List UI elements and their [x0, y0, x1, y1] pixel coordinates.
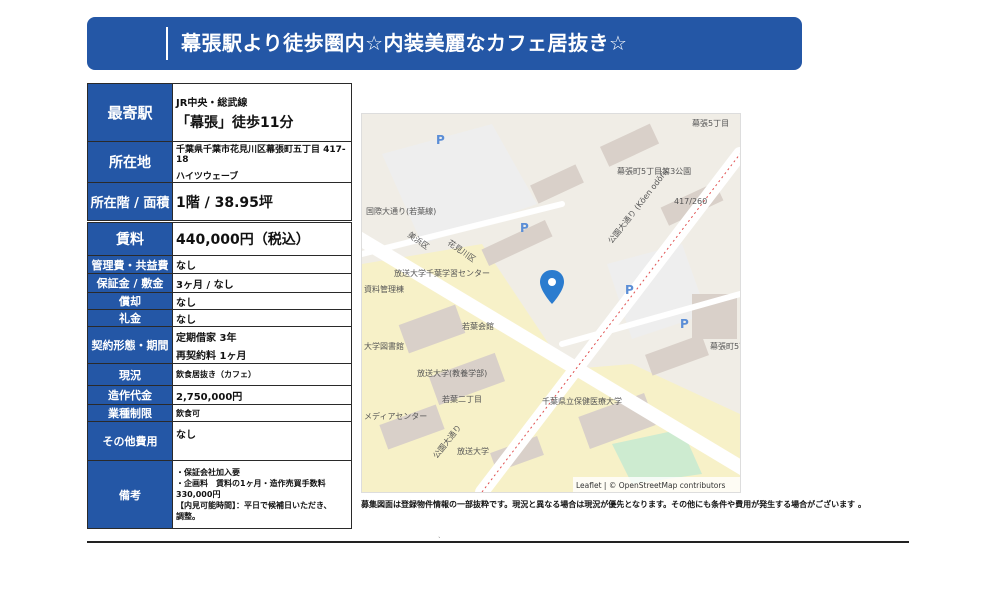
transfer-label: 造作代金 [87, 385, 173, 405]
map-label-l2: 幕張町5丁目第3公園 [617, 166, 691, 176]
map-caption: 募集図面は登録物件情報の一部抜粋です。現況と異なる場合は現況が優先となります。そ… [361, 500, 866, 509]
map-label-l11: 大学図書館 [364, 341, 404, 351]
amort-label: 償却 [87, 292, 173, 310]
mgmt-label: 管理費・共益費 [87, 255, 173, 274]
amort-cell: なし [172, 292, 352, 310]
bottom-rule [87, 541, 909, 543]
other-value: なし [176, 430, 196, 441]
remarks-line2: ・企画料 賃料の1ヶ月・造作売買手数料 [176, 479, 326, 488]
station-name: 「幕張」徒歩11分 [176, 114, 294, 131]
remarks-label: 備考 [87, 460, 173, 529]
terms-table: 賃料 440,000円（税込） 管理費・共益費 なし 保証金 / 敷金 3ヶ月 … [87, 222, 352, 529]
floor-cell: 1階 / 38.95坪 [172, 182, 352, 221]
other-label: その他費用 [87, 421, 173, 461]
address-label: 所在地 [87, 141, 173, 183]
station-label: 最寄駅 [87, 83, 173, 142]
address-line1: 千葉県千葉市花見川区幕張町五丁目 417-18 [176, 145, 346, 165]
mgmt-value: なし [176, 261, 196, 272]
remarks-cell: ・保証会社加入要 ・企画料 賃料の1ヶ月・造作売買手数料 330,000円 【内… [172, 460, 352, 529]
map-label-l13: 若葉二丁目 [442, 394, 482, 404]
deposit-label: 保証金 / 敷金 [87, 273, 173, 293]
map-label-l5: 国際大通り(若葉線) [366, 206, 436, 216]
map-label-l17: メディアセンター [364, 411, 427, 421]
bottom-mark: ` [438, 537, 441, 544]
rent-value: 440,000円（税込） [176, 232, 310, 248]
map-label-l8: 放送大学千葉学習センター [394, 268, 490, 278]
parking-label-2: P [520, 221, 529, 235]
map-label-l14: 千葉県立保健医療大学 [542, 396, 622, 406]
remarks-line1: ・保証会社加入要 [176, 468, 240, 477]
address-line2: ハイツウェーブ [176, 172, 239, 182]
station-cell: JR中央・総武線 「幕張」徒歩11分 [172, 83, 352, 142]
parking-label-3: P [625, 283, 634, 297]
title-bar: 幕張駅より徒歩圏内☆内装美麗なカフェ居抜き☆ [87, 17, 802, 70]
contract-label: 契約形態・期間 [87, 326, 173, 364]
location-map[interactable]: 幕張5丁目 幕張町5丁目第3公園 417/260 公園大通り (Kōen odō… [361, 113, 741, 493]
map-label-l4: 公園大通り (Kōen odōri) [606, 167, 670, 246]
restriction-value: 飲食可 [176, 408, 200, 418]
rent-cell: 440,000円（税込） [172, 222, 352, 256]
contract-cell: 定期借家 3年 再契約料 1ヶ月 [172, 326, 352, 364]
remarks-line5: 調整。 [176, 512, 200, 521]
map-label-l3: 417/260 [674, 197, 707, 206]
other-cell: なし [172, 421, 352, 461]
status-label: 現況 [87, 363, 173, 386]
status-value: 飲食居抜き（カフェ） [176, 370, 256, 379]
map-label-l1: 幕張5丁目 [692, 118, 729, 128]
parking-lot-1 [382, 124, 537, 244]
deposit-value: 3ヶ月 / なし [176, 279, 234, 291]
access-table: 最寄駅 JR中央・総武線 「幕張」徒歩11分 所在地 千葉県千葉市花見川区幕張町… [87, 83, 352, 221]
map-svg: 幕張5丁目 幕張町5丁目第3公園 417/260 公園大通り (Kōen odō… [362, 118, 740, 492]
restriction-cell: 飲食可 [172, 404, 352, 422]
parking-label-1: P [436, 133, 445, 147]
keymoney-label: 礼金 [87, 309, 173, 327]
remarks-line4: 【内見可能時間】：平日で候補日いただき、 [176, 501, 332, 510]
map-label-l16: 放送大学 [457, 446, 489, 456]
location-marker-icon[interactable] [540, 270, 564, 304]
keymoney-value: なし [176, 314, 196, 326]
rent-label: 賃料 [87, 222, 173, 256]
map-label-l18: 幕張町5丁目 [710, 341, 740, 351]
transfer-cell: 2,750,000円 [172, 385, 352, 405]
amort-value: なし [176, 297, 196, 309]
status-cell: 飲食居抜き（カフェ） [172, 363, 352, 386]
contract-line2: 再契約料 1ヶ月 [176, 350, 247, 362]
parking-label-4: P [680, 317, 689, 331]
address-cell: 千葉県千葉市花見川区幕張町五丁目 417-18 ハイツウェーブ [172, 141, 352, 183]
station-line: JR中央・総武線 [176, 97, 248, 109]
floor-value: 1階 / 38.95坪 [176, 194, 273, 211]
map-label-l10: 若葉会館 [462, 321, 494, 331]
restriction-label: 業種制限 [87, 404, 173, 422]
remarks-line3: 330,000円 [176, 490, 221, 499]
keymoney-cell: なし [172, 309, 352, 327]
transfer-value: 2,750,000円 [176, 391, 243, 403]
floor-label: 所在階 / 面積 [87, 182, 173, 221]
deposit-cell: 3ヶ月 / なし [172, 273, 352, 293]
page-title: 幕張駅より徒歩圏内☆内装美麗なカフェ居抜き☆ [181, 31, 628, 55]
map-attribution[interactable]: Leaflet | © OpenStreetMap contributors [576, 481, 725, 490]
map-label-l9: 資料管理棟 [364, 284, 404, 294]
title-divider [166, 27, 168, 60]
map-label-l12: 放送大学(教養学部) [417, 368, 487, 378]
contract-line1: 定期借家 3年 [176, 332, 237, 344]
mgmt-cell: なし [172, 255, 352, 274]
